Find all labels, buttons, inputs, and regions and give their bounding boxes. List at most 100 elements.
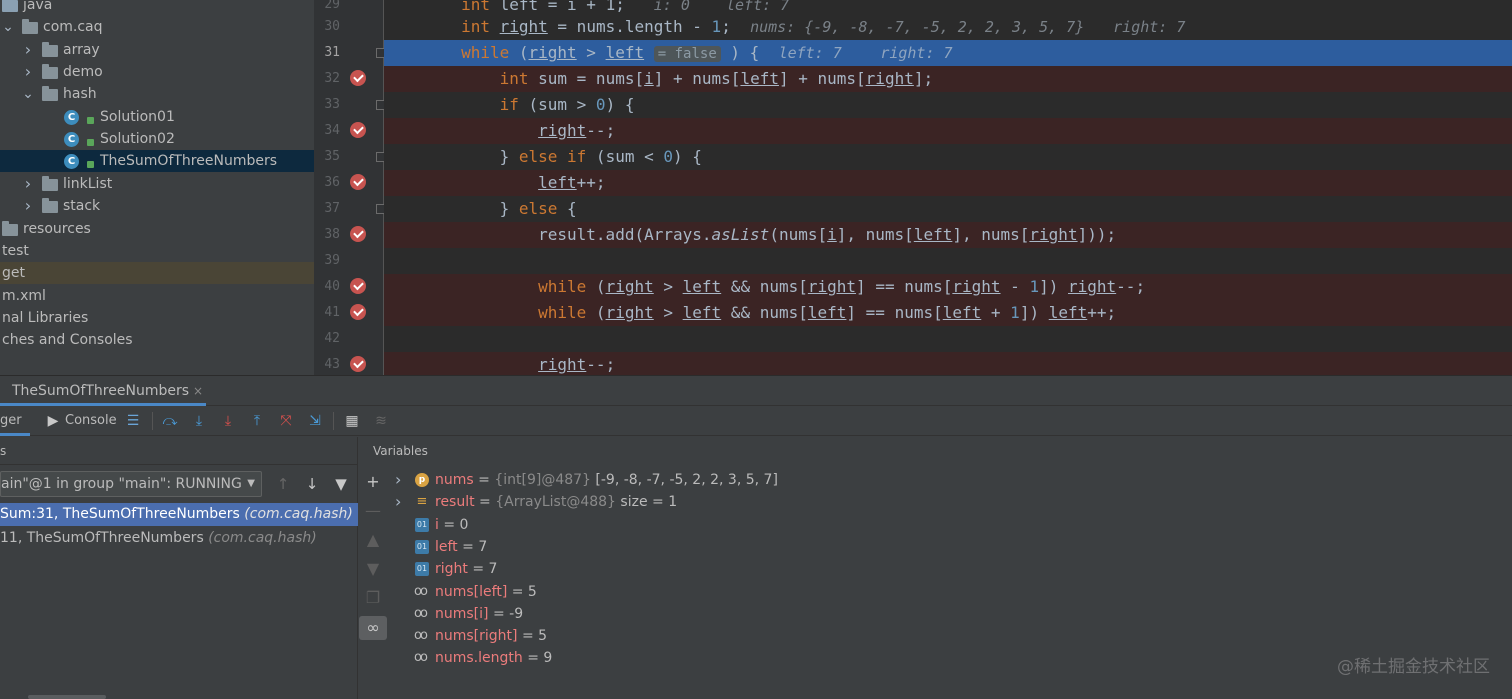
arrow-up-icon[interactable]: ↑ [273, 474, 293, 494]
horizontal-scrollbar[interactable] [28, 695, 106, 699]
thread-selector-value: ain"@1 in group "main": RUNNING [1, 476, 242, 492]
move-up-icon[interactable]: ▲ [359, 528, 387, 552]
variable-row[interactable]: › ≡ result = {ArrayList@488} size = 1 [387, 491, 1487, 513]
breakpoint-icon[interactable] [350, 226, 366, 242]
package-icon [42, 198, 58, 214]
variable-name: right [435, 561, 468, 578]
code-text: ( [586, 277, 606, 296]
breakpoint-icon[interactable] [350, 174, 366, 190]
variable-value: [-9, -8, -7, -5, 2, 2, 3, 5, 7] [590, 472, 778, 488]
chevron-down-icon[interactable]: ⌄ [22, 83, 34, 105]
breakpoint-icon[interactable] [350, 70, 366, 86]
show-execution-point-icon[interactable]: ☰ [124, 413, 142, 429]
show-watches-icon[interactable]: ∞ [359, 616, 387, 640]
run-to-cursor-icon[interactable]: ⇲ [306, 413, 324, 429]
code-editor[interactable]: int left = i + 1; i: 0 left: 7 int right… [384, 0, 1512, 375]
variable-name: result [435, 494, 475, 511]
variable-row[interactable]: oo nums.length = 9 [387, 647, 1487, 669]
tree-item[interactable]: resources [0, 218, 314, 240]
copy-icon[interactable]: ❐ [359, 586, 387, 610]
variable-row[interactable]: 01 left = 7 [387, 536, 1487, 558]
class-icon: C [64, 154, 79, 170]
add-watch-icon[interactable]: + [359, 470, 387, 494]
tree-item[interactable]: ⌄ com.caq [0, 16, 314, 38]
evaluate-expression-icon[interactable]: ▦ [343, 413, 361, 429]
chevron-down-icon[interactable]: ⌄ [2, 16, 14, 38]
tree-item-label: m.xml [2, 287, 46, 304]
tree-item[interactable]: › stack [0, 195, 314, 217]
tree-item-label: nal Libraries [2, 309, 89, 326]
step-over-icon[interactable]: ⤼ [161, 413, 179, 429]
code-text: ] == nums[ [846, 303, 943, 322]
step-out-icon[interactable]: ⤒ [248, 413, 266, 429]
watch-icon: oo [414, 583, 428, 599]
variable-row[interactable]: oo nums[right] = 5 [387, 625, 1487, 647]
drop-frame-icon[interactable]: ⤧ [277, 413, 295, 429]
breakpoint-icon[interactable] [350, 304, 366, 320]
breakpoint-icon[interactable] [350, 122, 366, 138]
chevron-right-icon[interactable]: › [22, 173, 34, 195]
code-line-38: result.add(Arrays.asList(nums[i], nums[l… [384, 222, 1512, 248]
chevron-right-icon[interactable]: › [22, 61, 34, 83]
keyword: int [461, 17, 490, 36]
debug-session-tab[interactable]: TheSumOfThreeNumbers × [0, 376, 206, 406]
close-icon[interactable]: × [193, 384, 203, 398]
stack-frame-package: (com.caq.hash) [208, 529, 317, 546]
runnable-icon [87, 161, 94, 169]
variable: left [740, 69, 779, 88]
variable-row[interactable]: 01 right = 7 [387, 558, 1487, 580]
arrow-down-icon[interactable]: ↓ [302, 474, 322, 494]
code-text: (sum < [586, 147, 664, 166]
variable-row[interactable]: 01 i = 0 [387, 514, 1487, 536]
tree-item[interactable]: java [0, 0, 314, 16]
tree-item[interactable]: nal Libraries [0, 307, 314, 329]
variable-equals: = [438, 516, 460, 533]
tree-item-label: demo [63, 64, 103, 81]
tree-item[interactable]: › demo [0, 61, 314, 83]
tree-item[interactable]: get [0, 262, 314, 285]
chevron-right-icon[interactable]: › [395, 469, 401, 491]
tab-debugger[interactable]: ger [0, 406, 30, 436]
code-text: ], nums[ [836, 225, 914, 244]
tree-item[interactable]: test [0, 240, 314, 262]
variable-name: nums.length [435, 650, 523, 667]
chevron-right-icon[interactable]: › [22, 39, 34, 61]
move-down-icon[interactable]: ▼ [359, 557, 387, 581]
breakpoint-icon[interactable] [350, 278, 366, 294]
tree-item-label: linkList [63, 175, 113, 192]
tree-item-label: test [2, 242, 29, 259]
code-text: && nums[ [721, 303, 808, 322]
tab-console[interactable]: Console [65, 406, 117, 436]
variable-row[interactable]: › p nums = {int[9]@487} [-9, -8, -7, -5, 2… [387, 469, 1487, 491]
variable: i [644, 69, 654, 88]
stack-frame[interactable]: 11, TheSumOfThreeNumbers (com.caq.hash) [0, 527, 358, 550]
filter-icon[interactable]: ▼ [331, 474, 351, 494]
tree-item[interactable]: ⌄ hash [0, 83, 314, 105]
code-text: --; [1116, 277, 1146, 296]
tree-item[interactable]: C Solution01 [0, 106, 314, 128]
folder-icon [2, 0, 18, 12]
step-into-icon[interactable]: ⤓ [190, 413, 208, 429]
chevron-right-icon[interactable]: › [22, 195, 34, 217]
stack-frame[interactable]: Sum:31, TheSumOfThreeNumbers (com.caq.ha… [0, 503, 358, 526]
console-icon: ▶ [47, 413, 59, 429]
watch-icon: oo [414, 628, 428, 644]
remove-watch-icon[interactable]: — [359, 499, 387, 523]
tree-item[interactable]: m.xml [0, 285, 314, 307]
variable-row[interactable]: oo nums[left] = 5 [387, 581, 1487, 603]
code-text: sum = nums[ [528, 69, 645, 88]
tree-item[interactable]: C TheSumOfThreeNumbers [0, 150, 314, 173]
tree-item[interactable]: C Solution02 [0, 128, 314, 150]
tree-item[interactable]: › linkList [0, 173, 314, 195]
trace-icon[interactable]: ≋ [372, 413, 390, 429]
variable-type: {ArrayList@488} [495, 494, 616, 511]
variable-row[interactable]: oo nums[i] = -9 [387, 603, 1487, 625]
breakpoint-icon[interactable] [350, 356, 366, 372]
tree-item[interactable]: ches and Consoles [0, 329, 314, 351]
variable: left [1048, 303, 1088, 322]
chevron-right-icon[interactable]: › [395, 491, 401, 513]
thread-selector[interactable]: ain"@1 in group "main": RUNNING ▼ [0, 471, 262, 497]
primitive-icon: 01 [415, 517, 429, 532]
force-step-into-icon[interactable]: ⤓ [219, 413, 237, 429]
tree-item[interactable]: › array [0, 39, 314, 61]
